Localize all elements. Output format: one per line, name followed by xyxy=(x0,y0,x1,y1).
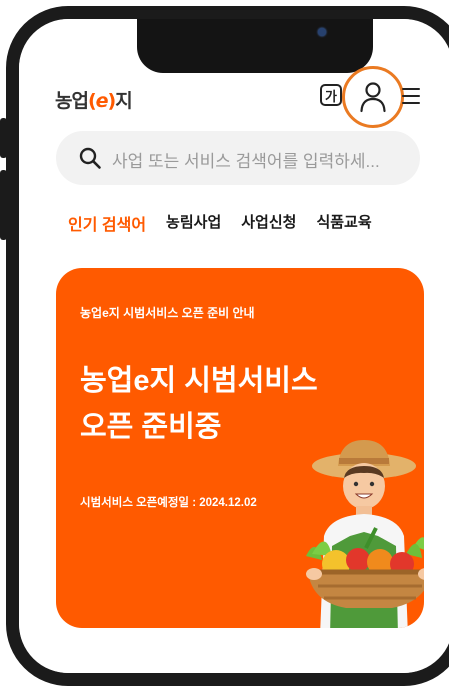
font-size-icon[interactable]: 가 xyxy=(320,84,342,106)
keyword-tabs: 인기 검색어 농림사업 사업신청 식품교육 xyxy=(68,211,372,235)
logo-text-post: 지 xyxy=(115,90,133,112)
promo-banner[interactable]: 농업e지 시범서비스 오픈 준비 안내 농업e지 시범서비스 오픈 준비중 시범… xyxy=(56,268,424,628)
tab-food-education[interactable]: 식품교육 xyxy=(316,211,371,235)
banner-open-date: 시범서비스 오픈예정일 : 2024.12.02 xyxy=(80,497,257,509)
banner-subtitle: 농업e지 시범서비스 오픈 준비 안내 xyxy=(80,306,255,320)
logo-e: e xyxy=(95,90,109,112)
user-icon[interactable] xyxy=(359,81,387,113)
menu-icon[interactable] xyxy=(402,88,420,104)
search-input[interactable]: 사업 또는 서비스 검색어를 입력하세... xyxy=(112,147,380,172)
banner-title: 농업e지 시범서비스 오픈 준비중 xyxy=(80,358,318,450)
search-icon xyxy=(79,147,101,169)
notch xyxy=(137,19,373,73)
farmer-illustration xyxy=(306,440,424,628)
font-size-label: 가 xyxy=(325,89,337,105)
tab-project-application[interactable]: 사업신청 xyxy=(241,211,296,235)
banner-title-line1: 농업e지 시범서비스 xyxy=(80,365,318,397)
logo-paren-open: ( xyxy=(87,90,97,112)
camera-dot xyxy=(318,28,326,36)
user-highlight-circle xyxy=(342,66,404,128)
logo-text-pre: 농업 xyxy=(55,90,89,112)
tab-popular-keywords[interactable]: 인기 검색어 xyxy=(68,211,146,235)
banner-title-line2: 오픈 준비중 xyxy=(80,411,222,443)
search-bar[interactable]: 사업 또는 서비스 검색어를 입력하세... xyxy=(56,131,420,185)
app-logo[interactable]: 농업(e)지 xyxy=(55,86,133,113)
tab-agri-projects[interactable]: 농림사업 xyxy=(166,211,221,235)
